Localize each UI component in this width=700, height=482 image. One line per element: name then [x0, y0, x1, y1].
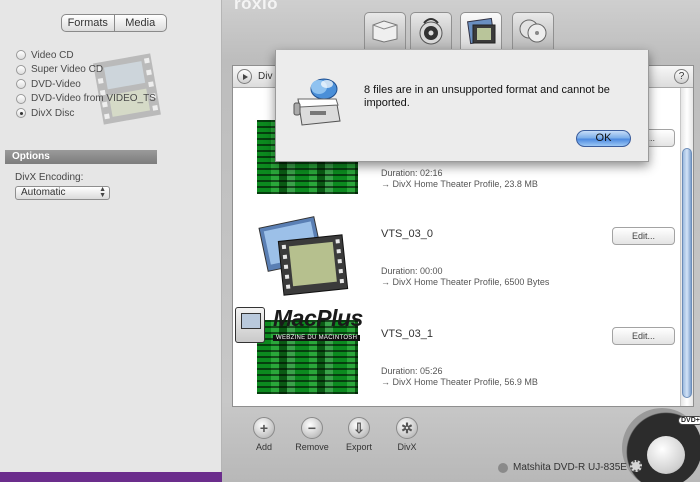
duration-text: Duration: 02:16 [381, 168, 443, 178]
drawer-bottom-strip [0, 472, 222, 482]
video-file-icon [258, 216, 349, 296]
disc-name[interactable]: Div [258, 71, 272, 82]
profile-text: → DivX Home Theater Profile, 6500 Bytes [381, 277, 550, 287]
formats-tab[interactable]: Formats [62, 15, 115, 31]
roxio-toaster-icon [293, 78, 341, 126]
radio-button[interactable] [16, 50, 26, 61]
format-label: Super Video CD [31, 64, 104, 76]
gear-icon: ✲ [396, 417, 418, 439]
title-name: VTS_03_1 [381, 328, 433, 340]
divx-encoding-value: Automatic [21, 187, 66, 198]
macplus-watermark: MacPlus WEBZINE DU MACINTOSH [235, 305, 367, 347]
drive-selector[interactable]: Matshita DVD-R UJ-835E [498, 462, 627, 473]
format-option-dvd-video[interactable]: DVD-Video [16, 77, 156, 92]
remove-label: Remove [295, 442, 329, 452]
export-label: Export [345, 442, 372, 452]
burn-button[interactable] [647, 436, 685, 474]
options-drawer: Formats Media Video CD Super Video CD DV… [0, 0, 222, 472]
data-project-tab[interactable] [364, 12, 406, 49]
copy-disc-icon [519, 19, 547, 43]
divx-encoding-select[interactable]: Automatic ▲ ▼ [15, 186, 110, 200]
audio-disc-icon [419, 18, 443, 45]
copy-project-tab[interactable] [512, 12, 554, 49]
format-label: DVD-Video from VIDEO_TS [31, 93, 156, 105]
plus-icon: + [253, 417, 275, 439]
dvd-plus-badge: DVD+ [678, 416, 700, 425]
list-item[interactable]: VTS_03_0 Duration: 00:00 → DivX Home The… [233, 212, 681, 310]
format-label: DVD-Video [31, 78, 81, 90]
remove-button[interactable]: − Remove [290, 417, 334, 452]
video-disc-icon [467, 17, 496, 45]
settings-gear-icon[interactable] [630, 460, 642, 472]
edit-button[interactable]: Edit... [612, 327, 675, 345]
export-arrow-icon: ⇩ [348, 417, 370, 439]
duration-text: Duration: 00:00 [381, 266, 443, 276]
profile-text: → DivX Home Theater Profile, 23.8 MB [381, 179, 538, 189]
divx-encoding-label: DivX Encoding: [15, 172, 84, 183]
duration-text: Duration: 05:26 [381, 366, 443, 376]
options-header: Options [5, 150, 157, 164]
alert-message: 8 files are in an unsupported format and… [364, 84, 610, 109]
drive-icon [498, 462, 508, 473]
format-option-dvd-video-ts[interactable]: DVD-Video from VIDEO_TS [16, 92, 156, 107]
profile-text: → DivX Home Theater Profile, 56.9 MB [381, 377, 538, 387]
macintosh-icon [235, 307, 265, 343]
scrollbar-thumb[interactable] [682, 148, 692, 398]
minus-icon: − [301, 417, 323, 439]
radio-button-selected[interactable] [16, 108, 26, 119]
play-button[interactable] [237, 69, 252, 84]
ok-button[interactable]: OK [576, 130, 631, 147]
video-project-tab[interactable] [460, 12, 502, 49]
divx-label: DivX [397, 442, 417, 452]
format-option-video-cd[interactable]: Video CD [16, 48, 156, 63]
drive-name: Matshita DVD-R UJ-835E [513, 462, 627, 473]
formats-media-segmented-control[interactable]: Formats Media [61, 14, 167, 32]
format-option-divx-disc[interactable]: DivX Disc [16, 106, 156, 121]
radio-button[interactable] [16, 93, 26, 104]
roxio-logo: roxio [234, 0, 279, 13]
format-label: Video CD [31, 49, 74, 61]
radio-button[interactable] [16, 64, 26, 75]
updown-arrows-icon: ▲ ▼ [99, 186, 106, 199]
audio-project-tab[interactable] [410, 12, 452, 49]
format-radio-group: Video CD Super Video CD DVD-Video DVD-Vi… [16, 48, 156, 121]
radio-button[interactable] [16, 79, 26, 90]
add-label: Add [255, 442, 272, 452]
format-option-super-video-cd[interactable]: Super Video CD [16, 63, 156, 78]
divx-button[interactable]: ✲ DivX [385, 417, 429, 452]
data-disc-icon [372, 20, 398, 43]
export-button[interactable]: ⇩ Export [337, 417, 381, 452]
vertical-scrollbar[interactable] [680, 88, 693, 406]
add-button[interactable]: + Add [242, 417, 286, 452]
title-name: VTS_03_0 [381, 228, 433, 240]
format-label: DivX Disc [31, 107, 75, 119]
alert-sheet: 8 files are in an unsupported format and… [275, 50, 649, 162]
media-tab[interactable]: Media [115, 15, 167, 31]
macplus-tagline: WEBZINE DU MACINTOSH [273, 335, 361, 341]
macplus-wordmark: MacPlus [273, 305, 363, 331]
edit-button[interactable]: Edit... [612, 227, 675, 245]
help-button[interactable]: ? [674, 69, 689, 84]
